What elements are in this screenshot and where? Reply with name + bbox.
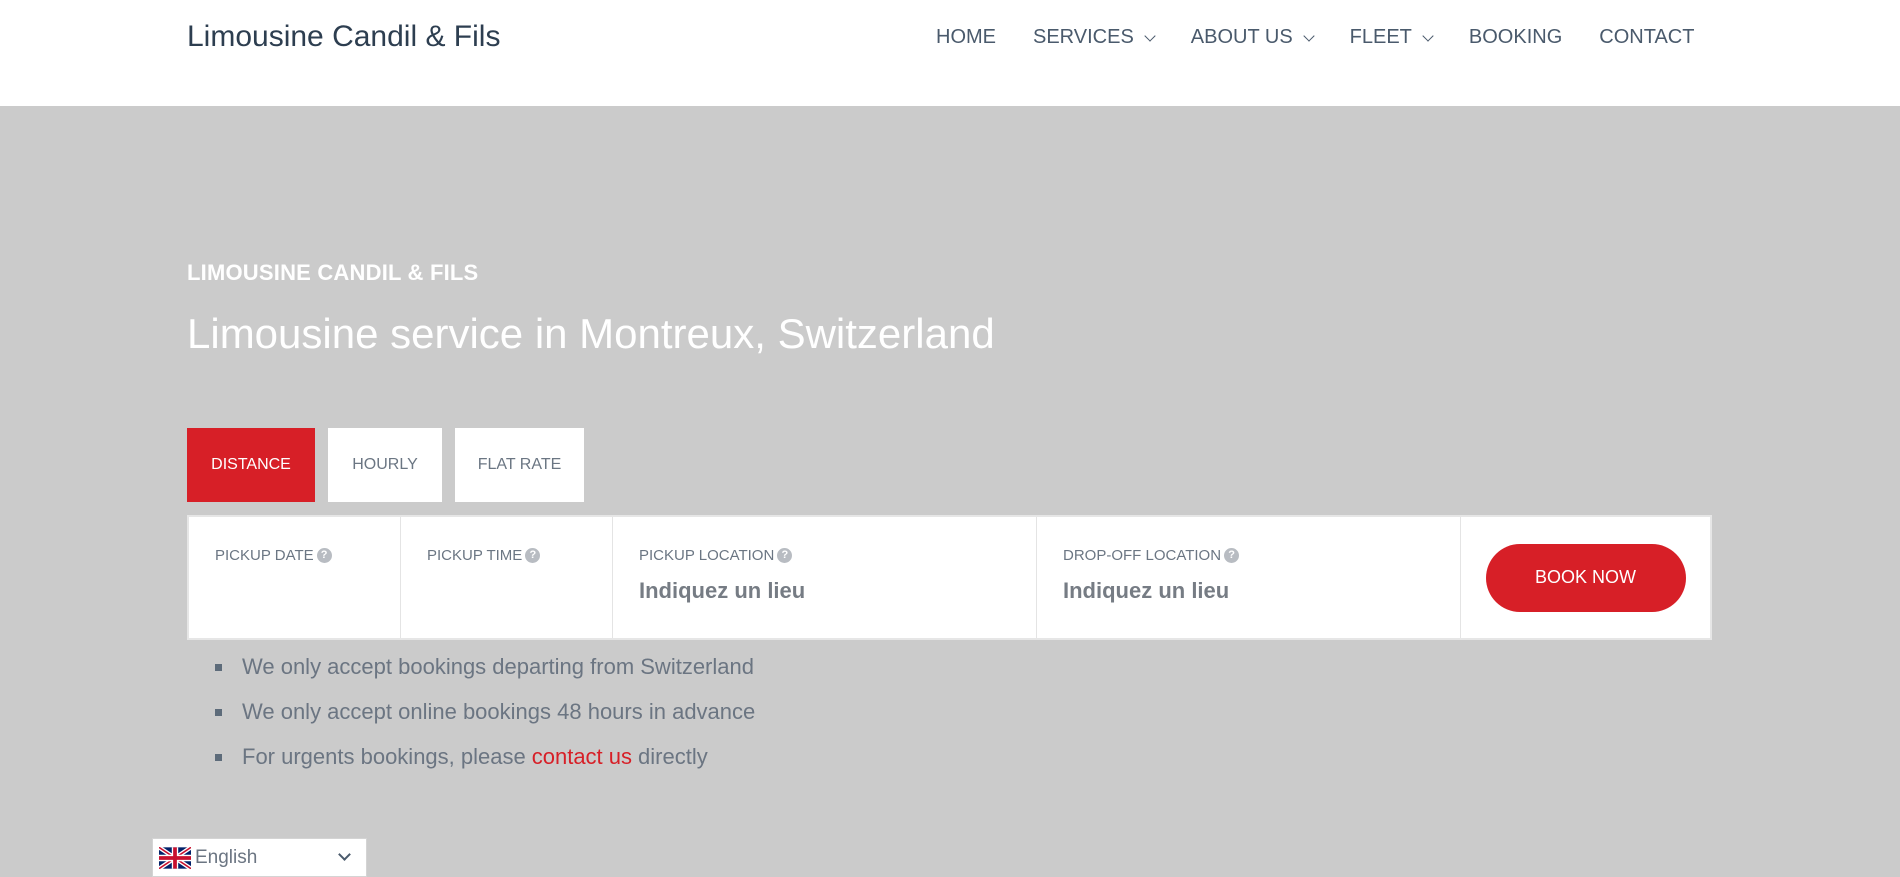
nav-item-label: FLEET (1349, 26, 1412, 48)
tab-flat-rate[interactable]: FLAT RATE (455, 428, 584, 502)
chevron-down-icon (1144, 29, 1156, 42)
nav-item-booking[interactable]: BOOKING (1469, 26, 1562, 49)
booking-form: PICKUP DATE ? PICKUP TIME ? PICKUP LOCAT… (187, 515, 1712, 640)
nav-item-label: CONTACT (1599, 26, 1695, 48)
dropoff-location-input[interactable] (1063, 578, 1423, 604)
pickup-location-label: PICKUP LOCATION ? (639, 547, 1036, 564)
nav-item-contact[interactable]: CONTACT (1599, 26, 1694, 49)
nav-item-about-us[interactable]: ABOUT US (1190, 26, 1315, 49)
help-icon[interactable]: ? (1224, 548, 1240, 563)
dropoff-location-label-text: DROP-OFF LOCATION (1063, 547, 1222, 564)
book-now-container: BOOK NOW (1461, 517, 1710, 638)
nav-item-services[interactable]: SERVICES (1033, 26, 1156, 49)
nav-item-fleet[interactable]: FLEET (1349, 26, 1434, 49)
note-text: directly (638, 744, 708, 769)
hero-headline: Limousine service in Montreux, Switzerla… (187, 310, 995, 357)
bullet-icon (215, 754, 222, 761)
pickup-location-input[interactable] (639, 578, 999, 604)
list-item: We only accept online bookings 48 hours … (215, 699, 755, 744)
chevron-down-icon (1422, 29, 1434, 42)
language-selector[interactable]: English (152, 838, 367, 877)
uk-flag-icon (159, 846, 191, 869)
language-label: English (195, 846, 258, 868)
nav-item-label: SERVICES (1033, 26, 1134, 48)
pickup-time-label: PICKUP TIME ? (427, 547, 612, 564)
pickup-time-label-text: PICKUP TIME (427, 547, 523, 564)
pickup-time-field[interactable]: PICKUP TIME ? (401, 517, 613, 638)
bullet-icon (215, 709, 222, 716)
book-now-button[interactable]: BOOK NOW (1485, 543, 1686, 612)
pickup-date-label: PICKUP DATE ? (215, 547, 400, 564)
chevron-down-icon (1302, 29, 1315, 42)
nav-item-label: ABOUT US (1190, 26, 1293, 48)
help-icon[interactable]: ? (316, 548, 332, 563)
help-icon[interactable]: ? (777, 548, 793, 563)
pickup-location-label-text: PICKUP LOCATION (639, 547, 775, 564)
note-text: We only accept bookings departing from S… (242, 654, 754, 679)
tab-distance[interactable]: DISTANCE (187, 428, 315, 502)
list-item: We only accept bookings departing from S… (215, 654, 755, 699)
help-icon[interactable]: ? (525, 548, 541, 563)
note-text: For urgents bookings, please (242, 744, 526, 769)
booking-notes: We only accept bookings departing from S… (215, 654, 755, 789)
nav-item-home[interactable]: HOME (936, 26, 996, 49)
contact-us-link[interactable]: contact us (532, 744, 632, 770)
nav-item-label: HOME (936, 26, 996, 48)
booking-tabs: DISTANCE HOURLY FLAT RATE (187, 428, 597, 502)
bullet-icon (215, 664, 222, 671)
list-item: For urgents bookings, please contact us … (215, 744, 755, 789)
pickup-location-field: PICKUP LOCATION ? (613, 517, 1037, 638)
dropoff-location-label: DROP-OFF LOCATION ? (1063, 547, 1460, 564)
site-header: Limousine Candil & Fils HOME SERVICES AB… (0, 0, 1900, 106)
site-logo[interactable]: Limousine Candil & Fils (187, 20, 500, 54)
note-text: We only accept online bookings 48 hours … (242, 699, 756, 724)
pickup-date-label-text: PICKUP DATE (215, 547, 314, 564)
chevron-down-icon (338, 848, 351, 861)
dropoff-location-field: DROP-OFF LOCATION ? (1037, 517, 1461, 638)
tab-hourly[interactable]: HOURLY (328, 428, 442, 502)
pickup-date-field[interactable]: PICKUP DATE ? (189, 517, 401, 638)
hero-eyebrow: LIMOUSINE CANDIL & FILS (187, 260, 479, 285)
nav-item-label: BOOKING (1468, 26, 1563, 48)
main-nav: HOME SERVICES ABOUT US FLEET BOOKING CON… (936, 26, 1694, 49)
